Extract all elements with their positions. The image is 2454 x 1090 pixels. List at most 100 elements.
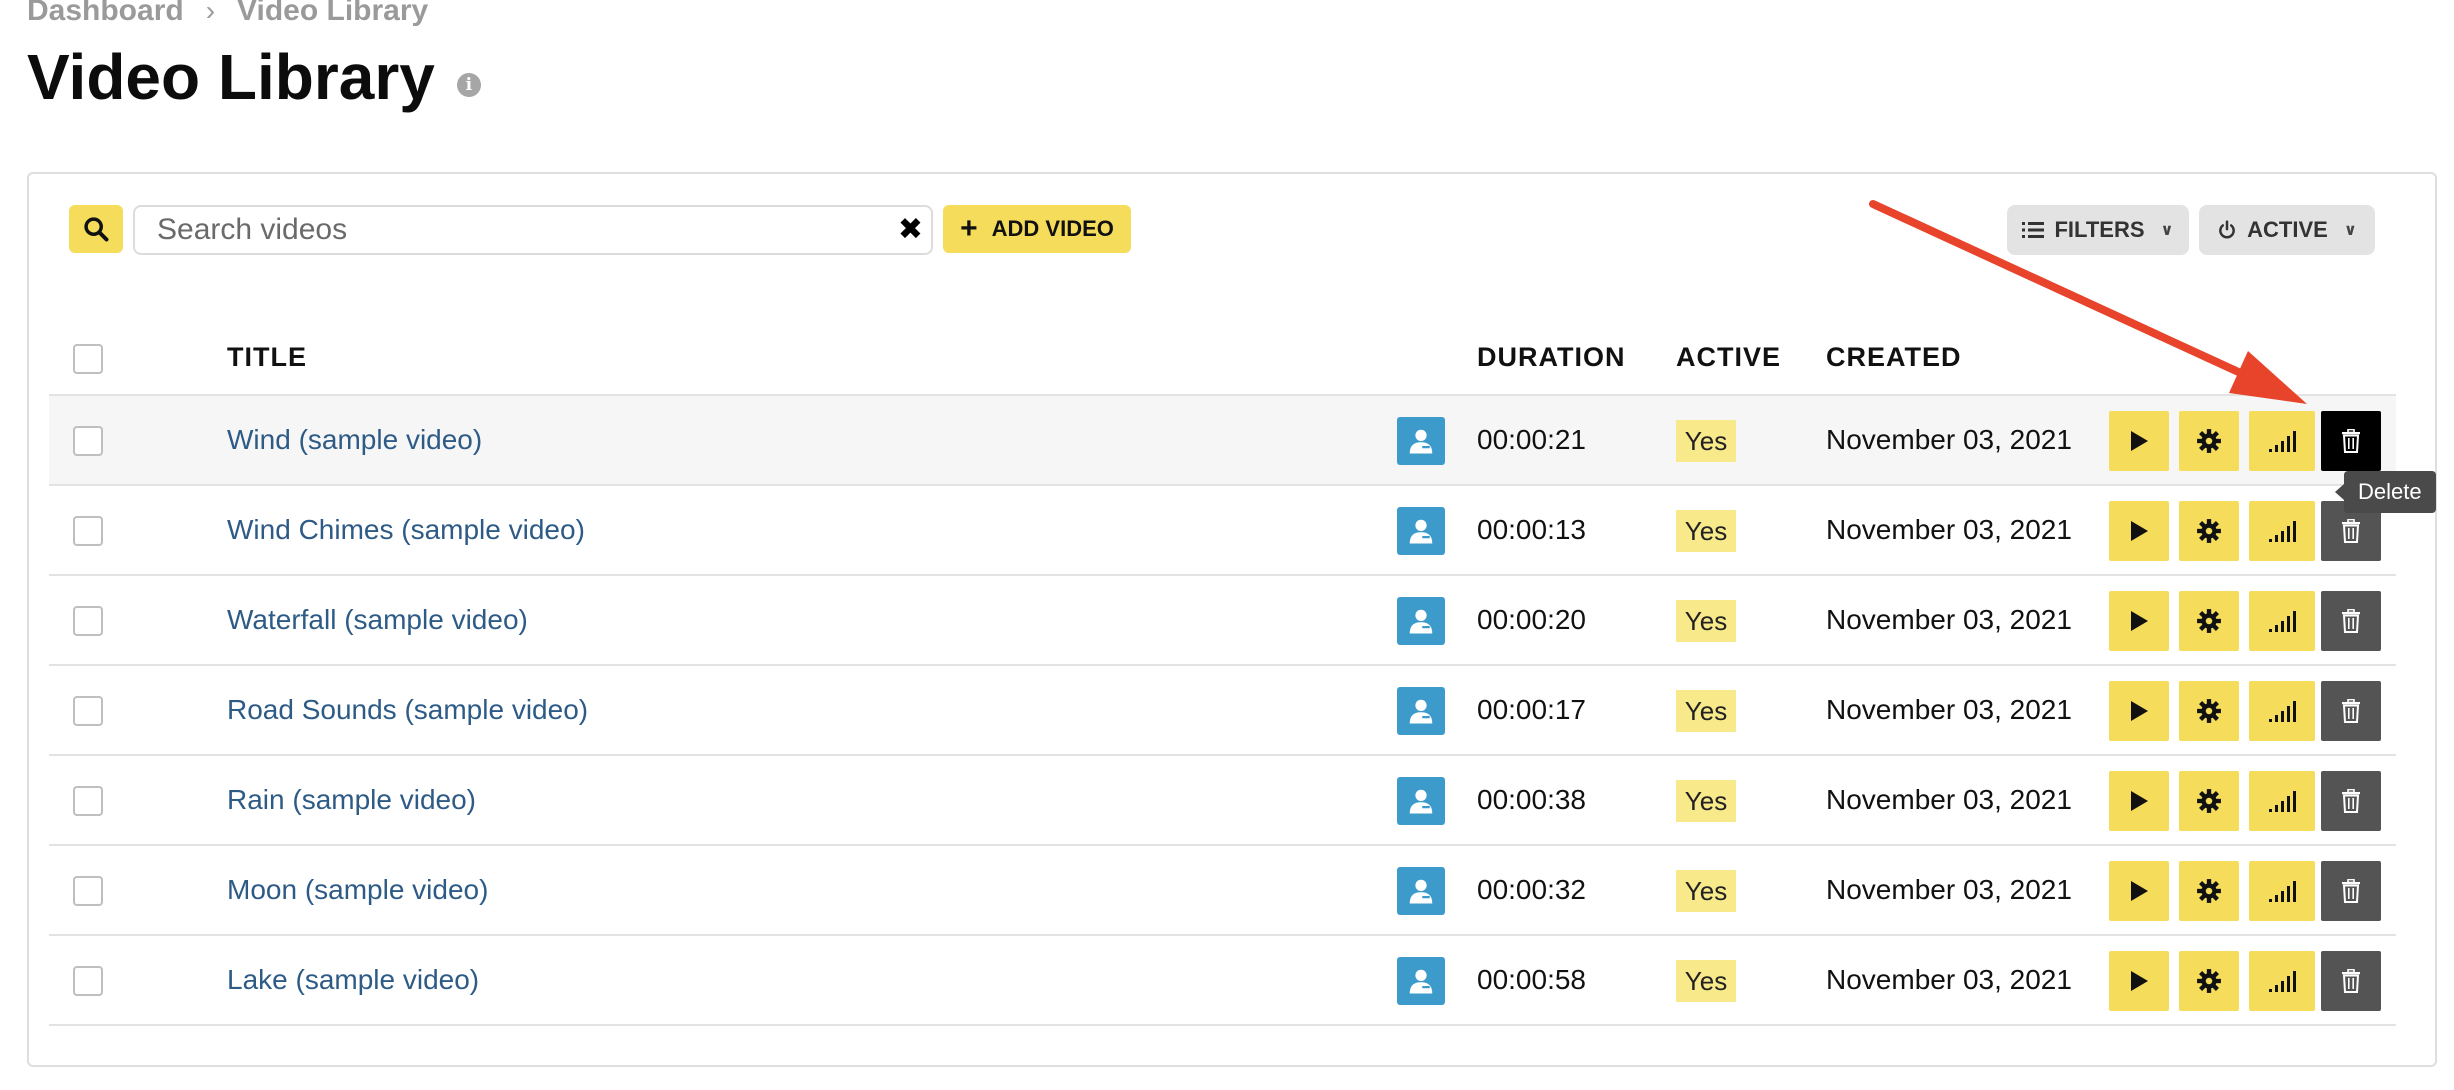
user-icon[interactable] bbox=[1397, 867, 1445, 915]
video-title-link[interactable]: Wind (sample video) bbox=[227, 424, 482, 456]
active-status-dropdown[interactable]: ACTIVE ∨ bbox=[2199, 205, 2375, 255]
video-duration: 00:00:13 bbox=[1477, 514, 1586, 545]
statistics-button[interactable] bbox=[2249, 411, 2315, 471]
filters-button[interactable]: FILTERS ∨ bbox=[2007, 205, 2189, 255]
table-row[interactable]: Moon (sample video) 00:00:32 Yes Novembe… bbox=[49, 846, 2396, 936]
video-title-link[interactable]: Rain (sample video) bbox=[227, 784, 476, 816]
created-date: November 03, 2021 bbox=[1826, 874, 2072, 905]
row-checkbox[interactable] bbox=[73, 426, 103, 456]
settings-button[interactable] bbox=[2179, 501, 2239, 561]
delete-button[interactable] bbox=[2321, 591, 2381, 651]
play-icon bbox=[2131, 431, 2148, 451]
delete-button[interactable] bbox=[2321, 861, 2381, 921]
select-all-checkbox[interactable] bbox=[73, 344, 103, 374]
video-title-link[interactable]: Road Sounds (sample video) bbox=[227, 694, 588, 726]
video-duration: 00:00:58 bbox=[1477, 964, 1586, 995]
table-row[interactable]: Lake (sample video) 00:00:58 Yes Novembe… bbox=[49, 936, 2396, 1026]
play-button[interactable] bbox=[2109, 411, 2169, 471]
user-icon[interactable] bbox=[1397, 687, 1445, 735]
delete-button[interactable] bbox=[2321, 951, 2381, 1011]
play-button[interactable] bbox=[2109, 771, 2169, 831]
user-icon[interactable] bbox=[1397, 597, 1445, 645]
play-button[interactable] bbox=[2109, 501, 2169, 561]
settings-button[interactable] bbox=[2179, 771, 2239, 831]
delete-button[interactable] bbox=[2321, 411, 2381, 471]
play-icon bbox=[2131, 701, 2148, 721]
statistics-button[interactable] bbox=[2249, 681, 2315, 741]
column-header-created[interactable]: CREATED bbox=[1826, 342, 1962, 373]
list-icon bbox=[2022, 222, 2045, 238]
video-title-link[interactable]: Moon (sample video) bbox=[227, 874, 488, 906]
filters-label: FILTERS bbox=[2054, 217, 2145, 242]
power-icon bbox=[2219, 220, 2236, 239]
search-field[interactable]: ✖ bbox=[133, 205, 933, 255]
signal-bars-icon bbox=[2269, 521, 2296, 542]
signal-bars-icon bbox=[2269, 701, 2296, 722]
video-duration: 00:00:21 bbox=[1477, 424, 1586, 455]
column-header-duration[interactable]: DURATION bbox=[1477, 342, 1625, 373]
gear-icon bbox=[2197, 969, 2221, 993]
table-row[interactable]: Wind (sample video) 00:00:21 Yes Novembe… bbox=[49, 396, 2396, 486]
trash-icon bbox=[2342, 429, 2360, 453]
search-input[interactable] bbox=[157, 213, 857, 247]
gear-icon bbox=[2197, 519, 2221, 543]
row-checkbox[interactable] bbox=[73, 606, 103, 636]
video-duration: 00:00:17 bbox=[1477, 694, 1586, 725]
statistics-button[interactable] bbox=[2249, 771, 2315, 831]
play-button[interactable] bbox=[2109, 861, 2169, 921]
table-row[interactable]: Road Sounds (sample video) 00:00:17 Yes … bbox=[49, 666, 2396, 756]
settings-button[interactable] bbox=[2179, 411, 2239, 471]
statistics-button[interactable] bbox=[2249, 861, 2315, 921]
active-status-badge: Yes bbox=[1676, 960, 1736, 1002]
add-video-label: ADD VIDEO bbox=[991, 216, 1114, 241]
breadcrumb: Dashboard › Video Library bbox=[27, 0, 428, 28]
row-checkbox[interactable] bbox=[73, 696, 103, 726]
gear-icon bbox=[2197, 429, 2221, 453]
search-button[interactable] bbox=[69, 205, 123, 253]
trash-icon bbox=[2342, 609, 2360, 633]
column-header-title[interactable]: TITLE bbox=[227, 342, 307, 373]
video-table-panel: ✖ + ADD VIDEO FILTERS ∨ ACTIVE ∨ TITLE D… bbox=[27, 172, 2437, 1067]
active-status-badge: Yes bbox=[1676, 510, 1736, 552]
signal-bars-icon bbox=[2269, 611, 2296, 632]
delete-tooltip: Delete bbox=[2335, 471, 2436, 513]
close-icon[interactable]: ✖ bbox=[898, 215, 923, 245]
video-title-link[interactable]: Lake (sample video) bbox=[227, 964, 479, 996]
active-status-badge: Yes bbox=[1676, 420, 1736, 462]
signal-bars-icon bbox=[2269, 971, 2296, 992]
table-row[interactable]: Wind Chimes (sample video) 00:00:13 Yes … bbox=[49, 486, 2396, 576]
table-row[interactable]: Waterfall (sample video) 00:00:20 Yes No… bbox=[49, 576, 2396, 666]
breadcrumb-dashboard-link[interactable]: Dashboard bbox=[27, 0, 184, 28]
column-header-active[interactable]: ACTIVE bbox=[1676, 342, 1781, 373]
gear-icon bbox=[2197, 609, 2221, 633]
statistics-button[interactable] bbox=[2249, 951, 2315, 1011]
row-checkbox[interactable] bbox=[73, 966, 103, 996]
play-button[interactable] bbox=[2109, 591, 2169, 651]
add-video-button[interactable]: + ADD VIDEO bbox=[943, 205, 1131, 253]
created-date: November 03, 2021 bbox=[1826, 784, 2072, 815]
video-title-link[interactable]: Waterfall (sample video) bbox=[227, 604, 528, 636]
settings-button[interactable] bbox=[2179, 861, 2239, 921]
table-row[interactable]: Rain (sample video) 00:00:38 Yes Novembe… bbox=[49, 756, 2396, 846]
statistics-button[interactable] bbox=[2249, 591, 2315, 651]
info-icon[interactable]: i bbox=[456, 73, 481, 97]
delete-button[interactable] bbox=[2321, 681, 2381, 741]
row-checkbox[interactable] bbox=[73, 876, 103, 906]
video-title-link[interactable]: Wind Chimes (sample video) bbox=[227, 514, 585, 546]
delete-button[interactable] bbox=[2321, 771, 2381, 831]
created-date: November 03, 2021 bbox=[1826, 514, 2072, 545]
settings-button[interactable] bbox=[2179, 681, 2239, 741]
play-icon bbox=[2131, 971, 2148, 991]
play-button[interactable] bbox=[2109, 951, 2169, 1011]
settings-button[interactable] bbox=[2179, 591, 2239, 651]
settings-button[interactable] bbox=[2179, 951, 2239, 1011]
gear-icon bbox=[2197, 789, 2221, 813]
user-icon[interactable] bbox=[1397, 777, 1445, 825]
user-icon[interactable] bbox=[1397, 507, 1445, 555]
row-checkbox[interactable] bbox=[73, 786, 103, 816]
play-button[interactable] bbox=[2109, 681, 2169, 741]
user-icon[interactable] bbox=[1397, 417, 1445, 465]
statistics-button[interactable] bbox=[2249, 501, 2315, 561]
user-icon[interactable] bbox=[1397, 957, 1445, 1005]
row-checkbox[interactable] bbox=[73, 516, 103, 546]
